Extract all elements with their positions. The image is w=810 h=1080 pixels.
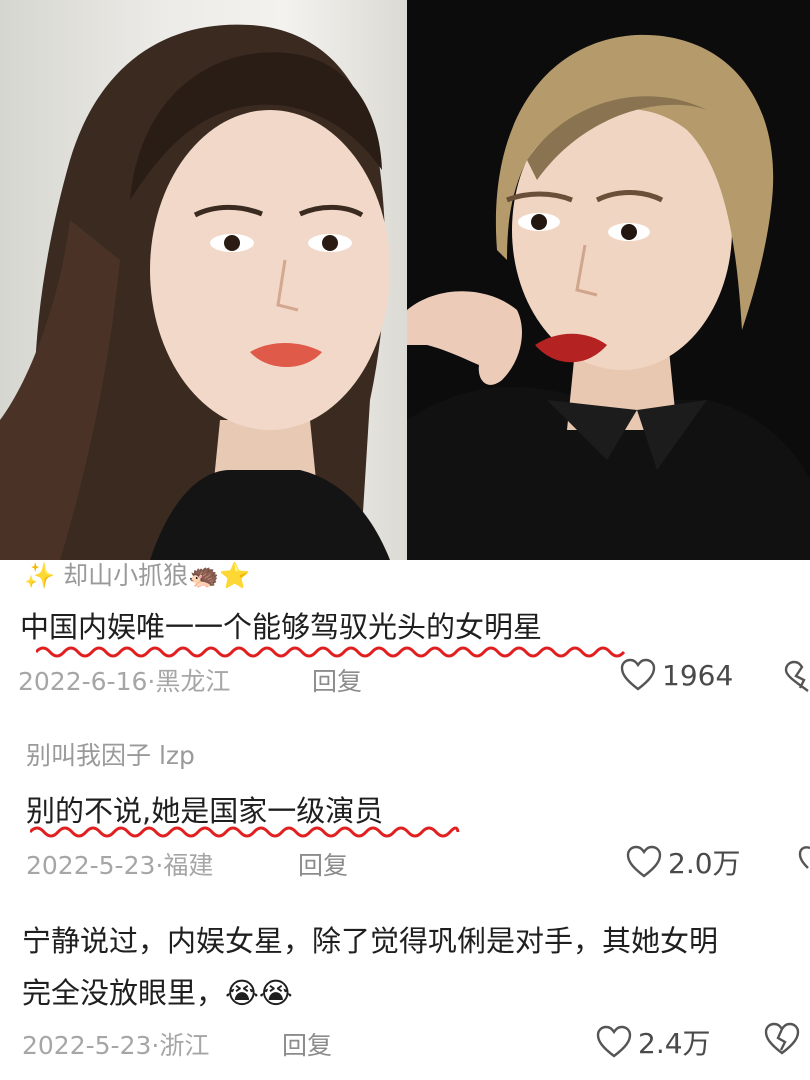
comment-3-meta: 2022-5-23·浙江 [22, 1026, 209, 1062]
photo-right [407, 0, 810, 560]
comment-2-reply-button[interactable]: 回复 [298, 846, 348, 882]
comment-3-like-count: 2.4万 [638, 1027, 711, 1060]
heart-icon [620, 658, 656, 691]
comment-2-like-button[interactable]: 2.0万 [626, 842, 741, 882]
heart-icon [626, 845, 662, 878]
comment-3-text-line2: 完全没放眼里，😭😭 [22, 976, 293, 1010]
comment-1-like-button[interactable]: 1964 [620, 658, 733, 692]
comment-2-date: 2022-5-23 [26, 851, 156, 880]
comment-3-date: 2022-5-23 [22, 1031, 152, 1060]
comment-1-red-underline [36, 646, 626, 658]
portrait-left-image [0, 24, 390, 560]
comment-3-reply-button[interactable]: 回复 [282, 1026, 332, 1062]
broken-heart-icon[interactable] [784, 660, 810, 694]
comment-3-location: 浙江 [159, 1031, 210, 1060]
comment-3-like-button[interactable]: 2.4万 [596, 1022, 711, 1062]
photo-left [0, 0, 407, 560]
comment-1-reply-button[interactable]: 回复 [312, 662, 362, 698]
comment-2-username[interactable]: 别叫我因子 lzp [26, 736, 195, 772]
broken-heart-icon[interactable] [764, 1022, 800, 1056]
comment-1-date: 2022-6-16 [18, 667, 148, 696]
comment-2-location: 福建 [163, 851, 214, 880]
comment-2-meta: 2022-5-23·福建 [26, 846, 213, 882]
broken-heart-icon[interactable] [798, 844, 810, 878]
comment-3-text-line1: 宁静说过，内娱女星，除了觉得巩俐是对手，其她女明 [22, 924, 719, 958]
heart-icon [596, 1025, 632, 1058]
comment-2-like-count: 2.0万 [668, 847, 741, 880]
comment-2-red-underline [30, 826, 460, 838]
comment-1-username[interactable]: ✨ 却山小抓狼🦔⭐ [24, 556, 250, 592]
comment-1-location: 黑龙江 [155, 667, 231, 696]
comment-1-like-count: 1964 [662, 658, 734, 692]
comment-1-meta: 2022-6-16·黑龙江 [18, 662, 230, 698]
comment-1-text: 中国内娱唯一一个能够驾驭光头的女明星 [20, 610, 543, 644]
portrait-right-image [407, 34, 810, 560]
